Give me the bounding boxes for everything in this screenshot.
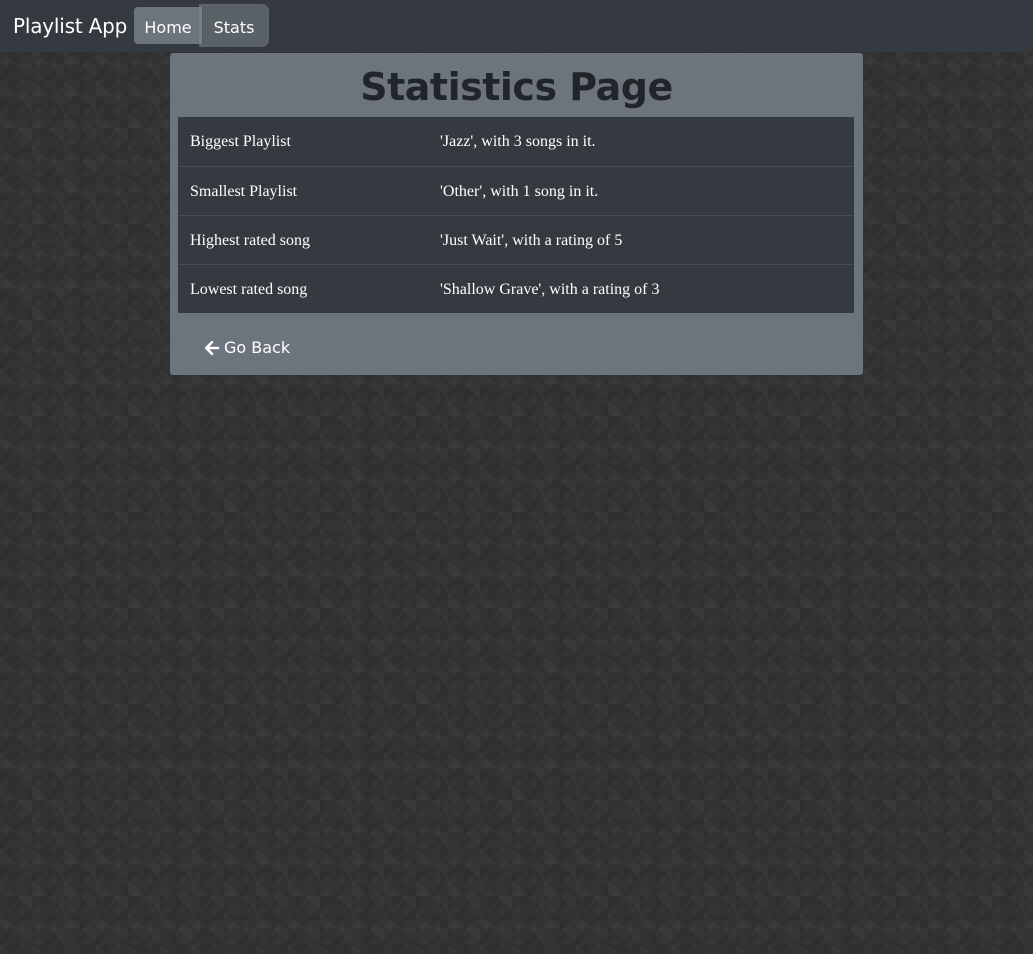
nav-stats-button[interactable]: Stats (202, 7, 266, 44)
table-row: Lowest rated song 'Shallow Grave', with … (178, 264, 854, 313)
stat-label: Biggest Playlist (190, 133, 291, 150)
stat-label: Lowest rated song (190, 281, 308, 298)
arrow-left-icon (204, 340, 220, 356)
stat-value: 'Jazz', with 3 songs in it. (440, 133, 596, 150)
table-row: Smallest Playlist 'Other', with 1 song i… (178, 166, 854, 215)
stat-value: 'Shallow Grave', with a rating of 3 (440, 281, 660, 298)
stat-label: Smallest Playlist (190, 183, 298, 200)
top-navbar: Playlist App Home Stats (0, 0, 1033, 52)
stat-label: Highest rated song (190, 232, 310, 249)
stats-table: Biggest Playlist 'Jazz', with 3 songs in… (178, 117, 854, 313)
go-back-button[interactable]: Go Back (204, 336, 290, 360)
nav-home-button[interactable]: Home (134, 7, 202, 44)
stat-value: 'Other', with 1 song in it. (440, 183, 599, 200)
go-back-label: Go Back (224, 338, 291, 357)
app-brand[interactable]: Playlist App (13, 12, 127, 40)
statistics-card: Statistics Page Biggest Playlist 'Jazz',… (170, 53, 863, 375)
table-row: Biggest Playlist 'Jazz', with 3 songs in… (178, 117, 854, 166)
stat-value: 'Just Wait', with a rating of 5 (440, 232, 623, 249)
page-title: Statistics Page (360, 65, 673, 109)
table-row: Highest rated song 'Just Wait', with a r… (178, 215, 854, 264)
